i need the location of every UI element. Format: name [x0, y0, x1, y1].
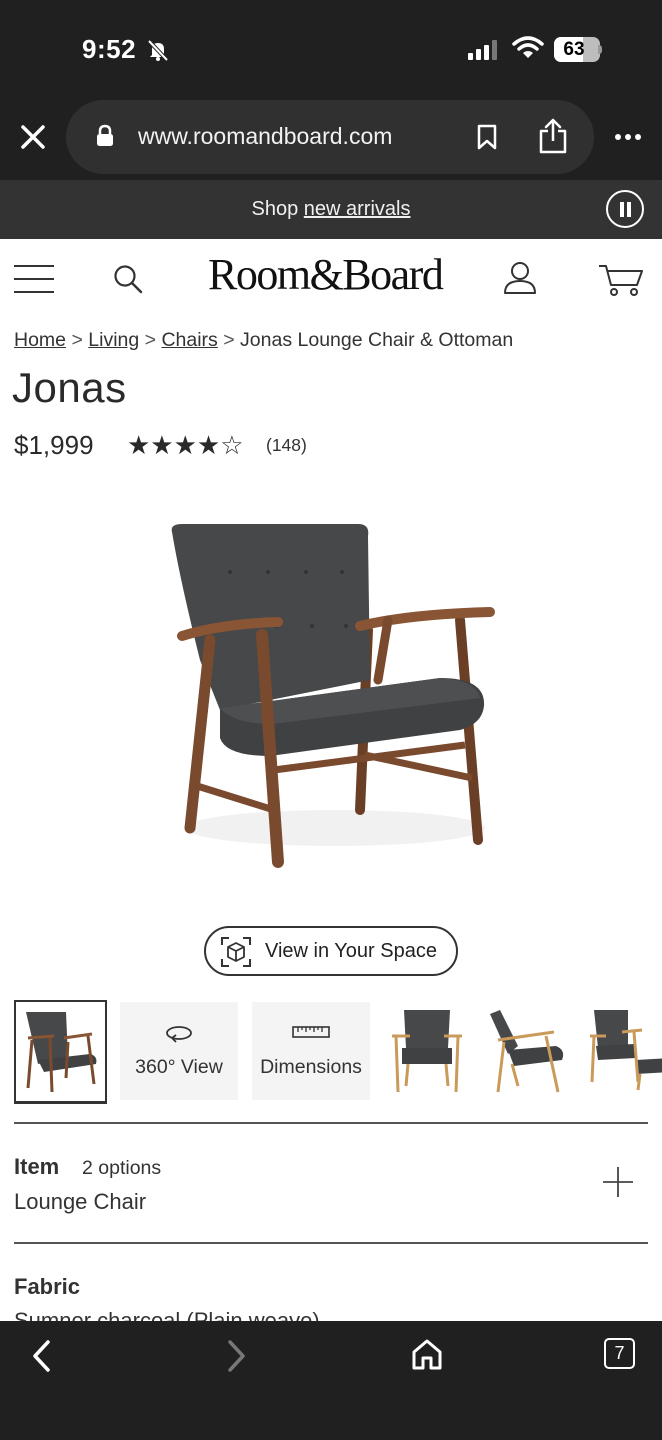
- breadcrumb-home-link[interactable]: Home: [14, 329, 66, 351]
- hamburger-menu-icon[interactable]: [14, 264, 54, 294]
- tab-switcher-button[interactable]: 7: [604, 1338, 635, 1369]
- search-icon[interactable]: [112, 263, 144, 295]
- thumbnail-oak-side[interactable]: [484, 1002, 570, 1100]
- product-price: $1,999: [14, 430, 94, 460]
- breadcrumb-separator: >: [223, 329, 235, 351]
- back-icon[interactable]: [28, 1339, 58, 1373]
- new-arrivals-link[interactable]: new arrivals: [304, 198, 411, 220]
- view-360-label: 360° View: [135, 1056, 223, 1078]
- thumbnail-image: [590, 1010, 662, 1091]
- plus-icon[interactable]: [602, 1166, 634, 1198]
- browser-bottom-toolbar: 7: [0, 1321, 662, 1440]
- fabric-option-title: Fabric: [14, 1274, 81, 1299]
- product-thumbnails: 360° View Dimensions: [0, 1000, 662, 1106]
- wifi-icon: [512, 36, 544, 58]
- view-in-your-space-button[interactable]: View in Your Space: [204, 926, 458, 976]
- item-option-row[interactable]: Item 2 options Lounge Chair: [14, 1152, 648, 1222]
- rotate-360-icon: [166, 1026, 192, 1043]
- bookmark-icon[interactable]: [476, 124, 498, 150]
- dimensions-label: Dimensions: [260, 1056, 362, 1078]
- promo-prefix: Shop: [251, 198, 304, 220]
- review-count[interactable]: (148): [266, 435, 307, 456]
- room-and-board-logo[interactable]: Room&Board: [208, 249, 444, 300]
- ar-cube-icon: [221, 937, 251, 967]
- share-icon[interactable]: [538, 118, 568, 154]
- product-image-lounge-chair[interactable]: [160, 510, 500, 880]
- breadcrumb-living-link[interactable]: Living: [88, 329, 139, 351]
- section-divider: [14, 1122, 648, 1124]
- breadcrumb-chairs-link[interactable]: Chairs: [161, 329, 217, 351]
- ruler-icon: [292, 1026, 330, 1038]
- status-bar: 9:52 63: [0, 0, 662, 98]
- cart-icon[interactable]: [598, 263, 644, 297]
- breadcrumb-separator: >: [144, 329, 157, 351]
- view-in-your-space-label: View in Your Space: [265, 940, 437, 962]
- breadcrumb-separator: >: [71, 329, 83, 351]
- section-divider: [14, 1242, 648, 1244]
- battery-cap: [598, 45, 602, 54]
- site-header: Room&Board: [0, 239, 662, 317]
- account-icon[interactable]: [502, 261, 538, 295]
- more-options-icon[interactable]: [614, 133, 642, 141]
- battery-percent: 63: [563, 39, 585, 60]
- item-option-value: Lounge Chair: [14, 1189, 147, 1214]
- thumbnail-image: [392, 1010, 462, 1093]
- breadcrumb-current: Jonas Lounge Chair & Ottoman: [240, 329, 514, 351]
- close-icon[interactable]: [18, 122, 48, 152]
- thumbnail-image: [490, 1010, 564, 1093]
- url-text[interactable]: www.roomandboard.com: [138, 123, 392, 150]
- thumbnail-image: [26, 1012, 97, 1093]
- thumbnail-oak-front[interactable]: [384, 1002, 470, 1100]
- product-title: Jonas: [12, 364, 127, 411]
- thumbnail-dimensions[interactable]: Dimensions: [252, 1002, 370, 1100]
- thumbnail-360-view[interactable]: 360° View: [120, 1002, 238, 1100]
- bell-muted-icon: [147, 39, 169, 62]
- lock-icon: [97, 124, 113, 146]
- breadcrumb: Home > Living > Chairs > Jonas Lounge Ch…: [14, 329, 513, 352]
- item-option-title: Item: [14, 1154, 60, 1179]
- status-time: 9:52: [82, 34, 137, 64]
- forward-icon[interactable]: [220, 1339, 250, 1373]
- rating-stars: ★★★★☆: [127, 430, 244, 460]
- cell-signal-icon: [468, 40, 497, 60]
- thumbnail-charcoal-chair[interactable]: [14, 1000, 107, 1104]
- item-option-count: 2 options: [82, 1157, 162, 1179]
- thumbnail-oak-with-ottoman[interactable]: [584, 1002, 662, 1100]
- pause-carousel-button[interactable]: [606, 190, 644, 228]
- battery-indicator: 63: [554, 37, 600, 62]
- home-icon[interactable]: [410, 1337, 444, 1371]
- promo-text: Shop new arrivals: [0, 198, 662, 221]
- promo-banner: Shop new arrivals: [0, 180, 662, 239]
